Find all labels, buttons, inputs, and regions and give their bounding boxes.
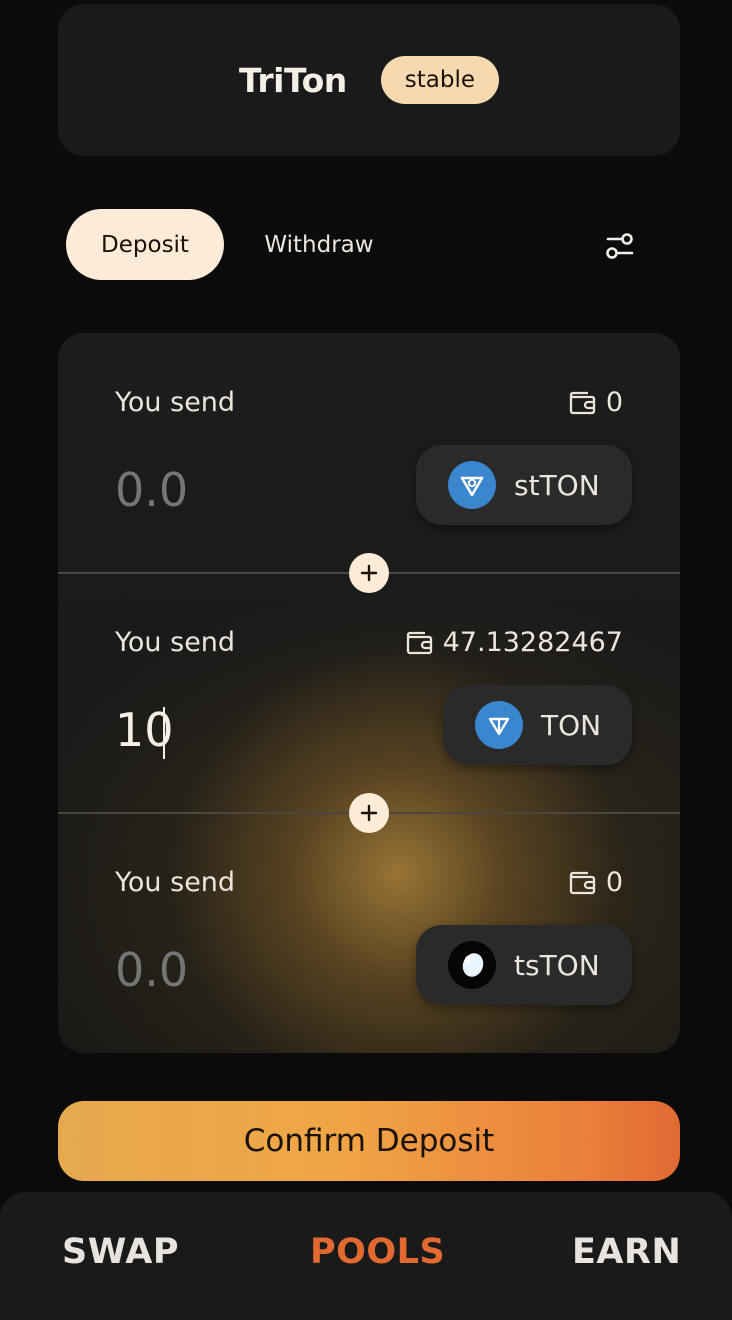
balance-value-1: 0 [605, 387, 623, 418]
pool-header: TriTon stable [58, 4, 680, 156]
balance-2: 47.13282467 [405, 627, 623, 658]
tab-withdraw[interactable]: Withdraw [236, 209, 402, 280]
token-select-stton[interactable]: stTON [416, 445, 632, 525]
send-label-3: You send [115, 867, 236, 898]
send-label-1: You send [115, 387, 236, 418]
deposit-card: You send 0 stTON You send [58, 333, 680, 1053]
amount-input-1[interactable] [115, 463, 395, 517]
send-label-2: You send [115, 627, 236, 658]
pool-deposit-screen: TriTon stable Deposit Withdraw You send … [0, 0, 732, 1320]
ton-icon [475, 701, 523, 749]
text-caret [163, 707, 165, 759]
balance-value-3: 0 [605, 867, 623, 898]
pool-name: TriTon [238, 60, 347, 100]
stton-icon [448, 461, 496, 509]
tab-deposit[interactable]: Deposit [66, 209, 224, 280]
nav-pools[interactable]: POOLS [310, 1232, 445, 1272]
pool-type-badge: stable [380, 56, 499, 104]
token-select-ton[interactable]: TON [443, 685, 632, 765]
settings-button[interactable] [584, 216, 656, 276]
wallet-icon [569, 391, 595, 414]
balance-3: 0 [568, 867, 623, 898]
amount-input-3[interactable] [115, 943, 395, 997]
token-label-ton: TON [541, 708, 602, 742]
wallet-icon [569, 871, 595, 894]
plus-icon [349, 553, 389, 593]
sliders-icon [606, 233, 634, 259]
token-select-tston[interactable]: tsTON [416, 925, 632, 1005]
bottom-nav: SWAP POOLS EARN [0, 1192, 732, 1320]
plus-icon [349, 793, 389, 833]
wallet-icon [406, 631, 432, 654]
token-label-stton: stTON [514, 468, 600, 502]
amount-input-2[interactable] [115, 703, 395, 757]
balance-value-2: 47.13282467 [442, 627, 623, 658]
tston-icon [448, 941, 496, 989]
balance-1: 0 [568, 387, 623, 418]
nav-earn[interactable]: EARN [572, 1232, 681, 1272]
confirm-deposit-button[interactable]: Confirm Deposit [58, 1101, 680, 1181]
token-label-tston: tsTON [514, 948, 600, 982]
nav-swap[interactable]: SWAP [62, 1232, 179, 1272]
